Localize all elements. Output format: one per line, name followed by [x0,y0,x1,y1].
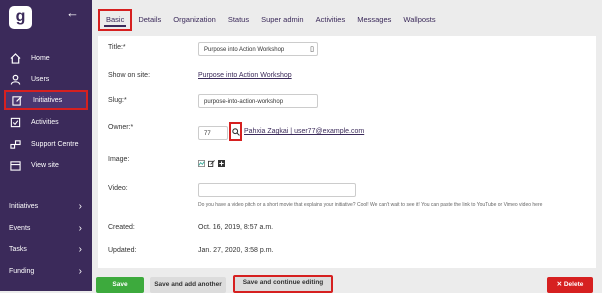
chevron-right-icon: › [78,200,82,212]
sidebar: g ← Home Users Initiatives Activities Su… [0,0,92,291]
tab-organization[interactable]: Organization [167,9,222,31]
home-icon [9,52,21,64]
collapse-sidebar-icon[interactable]: ← [66,5,79,20]
edit-icon [11,94,23,106]
calendar-icon [9,159,21,171]
owner-id-input[interactable]: 77 [198,126,228,140]
sidebar-item-label: Users [31,75,50,83]
chevron-right-icon: › [78,222,82,234]
broken-image-icon [198,160,205,167]
tab-bar: Basic Details Organization Status Super … [98,8,442,32]
tab-status[interactable]: Status [222,9,255,31]
chevron-right-icon: › [78,265,82,277]
created-label: Created: [108,224,135,231]
tab-super-admin[interactable]: Super admin [255,9,310,31]
sidebar-group-tasks[interactable]: Tasks › [0,239,92,259]
tab-wallposts[interactable]: Wallposts [397,9,441,31]
text-options-icon[interactable]: ▯ [310,43,314,57]
sidebar-item-home[interactable]: Home [4,48,88,68]
sidebar-item-label: Home [31,54,50,62]
show-on-site-link[interactable]: Purpose into Action Workshop [198,72,292,79]
add-image-icon[interactable] [218,160,225,167]
sidebar-group-label: Initiatives [9,202,39,210]
sidebar-group-funding[interactable]: Funding › [0,261,92,281]
show-on-site-label: Show on site: [108,72,151,79]
sidebar-group-label: Events [9,224,31,232]
sidebar-group-label: Tasks [9,245,27,253]
save-and-continue-button[interactable]: Save and continue editing [233,275,333,293]
tab-details[interactable]: Details [132,9,167,31]
sidebar-group-initiatives[interactable]: Initiatives › [0,196,92,216]
title-input-value: Purpose into Action Workshop [204,47,285,53]
chevron-right-icon: › [78,243,82,255]
main-content: Basic Details Organization Status Super … [92,0,602,293]
updated-value: Jan. 27, 2020, 3:58 p.m. [198,247,274,254]
sidebar-item-support-centre[interactable]: Support Centre [4,134,88,154]
sidebar-item-label: Support Centre [31,140,79,148]
image-controls [198,160,225,167]
updated-label: Updated: [108,247,137,254]
sidebar-item-label: Initiatives [33,96,63,104]
sidebar-item-label: Activities [31,118,59,126]
title-label: Title:* [108,44,126,51]
tab-messages[interactable]: Messages [351,9,397,31]
video-help-text: Do you have a video pitch or a short mov… [198,202,543,208]
created-value: Oct. 16, 2019, 8:57 a.m. [198,224,274,231]
owner-name-link[interactable]: Pahxia Zagkai | user77@example.com [244,128,364,135]
tab-basic[interactable]: Basic [98,9,133,31]
sidebar-item-view-site[interactable]: View site [4,155,88,175]
sidebar-group-events[interactable]: Events › [0,218,92,238]
video-input[interactable] [198,183,356,197]
search-icon [231,127,240,136]
support-icon [9,138,21,150]
sidebar-group-label: Funding [9,267,35,275]
tab-activities[interactable]: Activities [310,9,352,31]
slug-label: Slug:* [108,97,127,104]
sidebar-item-label: View site [31,161,59,169]
checklist-icon [9,116,21,128]
owner-label: Owner:* [108,124,134,131]
user-icon [9,73,21,85]
edit-image-icon[interactable] [208,160,215,167]
app-logo[interactable]: g [9,6,32,29]
video-label: Video: [108,185,128,192]
initiative-form: Title:* Purpose into Action Workshop ▯ S… [98,36,596,268]
sidebar-item-initiatives[interactable]: Initiatives [4,90,88,110]
image-label: Image: [108,156,130,163]
sidebar-item-activities[interactable]: Activities [4,112,88,132]
slug-input[interactable]: purpose-into-action-workshop [198,94,318,108]
sidebar-item-users[interactable]: Users [4,69,88,89]
owner-lookup-button[interactable] [229,122,242,141]
title-input[interactable]: Purpose into Action Workshop ▯ [198,42,318,56]
